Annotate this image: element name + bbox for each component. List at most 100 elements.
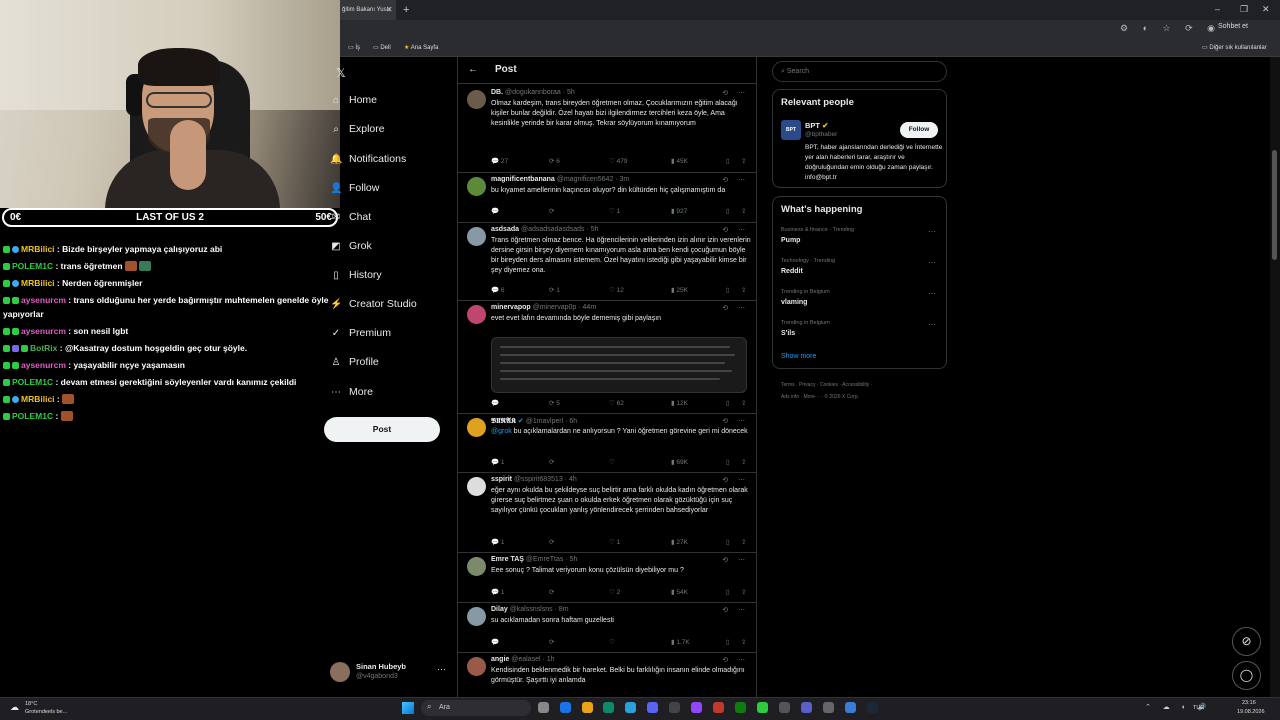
- close-window-button[interactable]: ✕: [1262, 4, 1270, 15]
- like-button[interactable]: ♡ 1: [609, 207, 620, 215]
- avatar[interactable]: [467, 657, 486, 676]
- reply-button[interactable]: 💬 1: [491, 538, 505, 546]
- views-button[interactable]: ▮ 12K: [671, 399, 688, 407]
- bookmark-icon[interactable]: ▯: [726, 588, 730, 596]
- like-button[interactable]: ♡ 1: [609, 538, 620, 546]
- reply-button[interactable]: 💬 1: [491, 588, 505, 596]
- tweet-menu-icon[interactable]: ⟲ ⋯: [722, 176, 749, 184]
- bookmark-icon[interactable]: ▯: [726, 458, 730, 466]
- reply-button[interactable]: 💬 6: [491, 286, 505, 294]
- tweet-menu-icon[interactable]: ⟲ ⋯: [722, 417, 749, 425]
- tweet-author[interactable]: angie: [491, 656, 509, 663]
- avatar[interactable]: [467, 418, 486, 437]
- repost-button[interactable]: ⟳: [549, 458, 554, 466]
- more-icon[interactable]: ⋯: [928, 320, 936, 329]
- bookmark-icon[interactable]: ▯: [726, 157, 730, 165]
- more-icon[interactable]: ⋯: [928, 289, 936, 298]
- messages-icon[interactable]: ◯: [1232, 661, 1261, 690]
- weather-icon[interactable]: ☁: [10, 702, 19, 713]
- views-button[interactable]: ▮ 54K: [671, 588, 688, 596]
- taskbar-search[interactable]: Ara: [421, 700, 531, 716]
- nav-premium[interactable]: ✓ Premium: [330, 327, 391, 339]
- like-button[interactable]: ♡ 12: [609, 286, 624, 294]
- app-icon[interactable]: [823, 702, 834, 713]
- avatar[interactable]: [467, 477, 486, 496]
- footer-links[interactable]: Terms · Privacy · Cookies · Accessibilit…: [781, 382, 872, 388]
- attached-image[interactable]: [491, 337, 747, 393]
- repost-button[interactable]: ⟳ 6: [549, 157, 560, 165]
- mention-link[interactable]: @grok: [491, 428, 512, 435]
- nav-more[interactable]: ⋯ More: [330, 386, 373, 398]
- nav-home[interactable]: ⌂ Home: [330, 94, 377, 106]
- bookmark-icon[interactable]: ▯: [726, 399, 730, 407]
- tab-close-icon[interactable]: ✕: [386, 5, 393, 14]
- footer-links[interactable]: Ads info · More··· · © 2026 X Corp.: [781, 394, 859, 400]
- bookmark-icon[interactable]: ▯: [726, 638, 730, 646]
- discord-icon[interactable]: [647, 702, 658, 713]
- views-button[interactable]: ▮ 1.7K: [671, 638, 690, 646]
- reply-button[interactable]: 💬: [491, 638, 499, 646]
- app-icon[interactable]: [691, 702, 702, 713]
- minimize-button[interactable]: –: [1215, 4, 1220, 14]
- repost-button[interactable]: ⟳: [549, 588, 554, 596]
- tweet-author[interactable]: asdsada: [491, 226, 519, 233]
- share-icon[interactable]: ⇪: [741, 286, 746, 294]
- language-indicator[interactable]: TUR: [1193, 705, 1204, 711]
- nav-profile[interactable]: ♙ Profile: [330, 356, 379, 368]
- repost-button[interactable]: ⟳: [549, 207, 554, 215]
- account-menu-icon[interactable]: ···: [437, 664, 446, 674]
- tweet-author[interactable]: Dilay: [491, 606, 508, 613]
- like-button[interactable]: ♡ 2: [609, 588, 620, 596]
- app-icon[interactable]: [560, 702, 571, 713]
- nav-follow[interactable]: 👤 Follow: [330, 182, 379, 194]
- repost-button[interactable]: ⟳ 1: [549, 286, 560, 294]
- grok-icon[interactable]: ⊘: [1232, 627, 1261, 656]
- avatar[interactable]: [330, 662, 350, 682]
- app-icon[interactable]: [757, 702, 768, 713]
- scrollbar-thumb[interactable]: [1272, 150, 1277, 260]
- share-icon[interactable]: ⇪: [741, 207, 746, 215]
- new-tab-button[interactable]: +: [403, 4, 409, 16]
- back-arrow-icon[interactable]: ←: [468, 64, 478, 75]
- browser-chat-button[interactable]: Sohbet et: [1218, 23, 1248, 30]
- repost-button[interactable]: ⟳: [549, 638, 554, 646]
- tweet-menu-icon[interactable]: ⟲ ⋯: [722, 226, 749, 234]
- avatar[interactable]: [467, 607, 486, 626]
- reply-tweet[interactable]: Dilay @kalssnslsns · 8m ⟲ ⋯ su acıklamad…: [458, 604, 756, 653]
- reply-button[interactable]: 💬: [491, 207, 499, 215]
- avatar[interactable]: [467, 177, 486, 196]
- reply-tweet[interactable]: minervapop @minervap0p · 44m ⟲ ⋯ evet ev…: [458, 302, 756, 414]
- x-logo-icon[interactable]: 𝕏: [336, 66, 346, 80]
- like-button[interactable]: ♡: [609, 458, 615, 466]
- bookmark-folder-is[interactable]: ▭ İş: [348, 44, 360, 51]
- tweet-author[interactable]: sspirit: [491, 476, 512, 483]
- avatar[interactable]: [467, 557, 486, 576]
- share-icon[interactable]: ⇪: [741, 157, 746, 165]
- trend-item[interactable]: S'ils: [781, 330, 795, 337]
- tweet-author[interactable]: magnificentbanana: [491, 176, 555, 183]
- start-button[interactable]: [402, 702, 414, 714]
- avatar[interactable]: [467, 227, 486, 246]
- reply-tweet[interactable]: Emre TAŞ @EmreTtas · 5h ⟲ ⋯ Eee sonuç ? …: [458, 554, 756, 603]
- tweet-menu-icon[interactable]: ⟲ ⋯: [722, 656, 749, 664]
- bookmark-folder-dell[interactable]: ▭ Dell: [373, 44, 391, 51]
- avatar[interactable]: [467, 305, 486, 324]
- nav-notifications[interactable]: 🔔 Notifications: [330, 153, 406, 165]
- views-button[interactable]: ▮ 927: [671, 207, 687, 215]
- repost-button[interactable]: ⟳: [549, 538, 554, 546]
- trend-item[interactable]: Reddit: [781, 268, 803, 275]
- tweet-menu-icon[interactable]: ⟲ ⋯: [722, 606, 749, 614]
- clock-date[interactable]: 19.08.2026: [1237, 709, 1265, 715]
- bookmark-icon[interactable]: ▯: [726, 286, 730, 294]
- tweet-author[interactable]: DB.: [491, 89, 503, 96]
- tweet-menu-icon[interactable]: ⟲ ⋯: [722, 556, 749, 564]
- avatar[interactable]: BPT: [781, 120, 801, 140]
- reply-tweet[interactable]: asdsada @adsadsadasdsads · 5h ⟲ ⋯ Trans …: [458, 224, 756, 301]
- like-button[interactable]: ♡ 62: [609, 399, 624, 407]
- other-bookmarks[interactable]: ▭ Diğer sık kullanılanlar: [1202, 44, 1267, 51]
- views-button[interactable]: ▮ 45K: [671, 157, 688, 165]
- share-icon[interactable]: ⇪: [741, 588, 746, 596]
- browser-toolbar-icons[interactable]: ⚙ ◐ ☆ ⟳ ◉: [1120, 23, 1221, 34]
- nav-chat[interactable]: ✉ Chat: [330, 211, 371, 223]
- telegram-icon[interactable]: [625, 702, 636, 713]
